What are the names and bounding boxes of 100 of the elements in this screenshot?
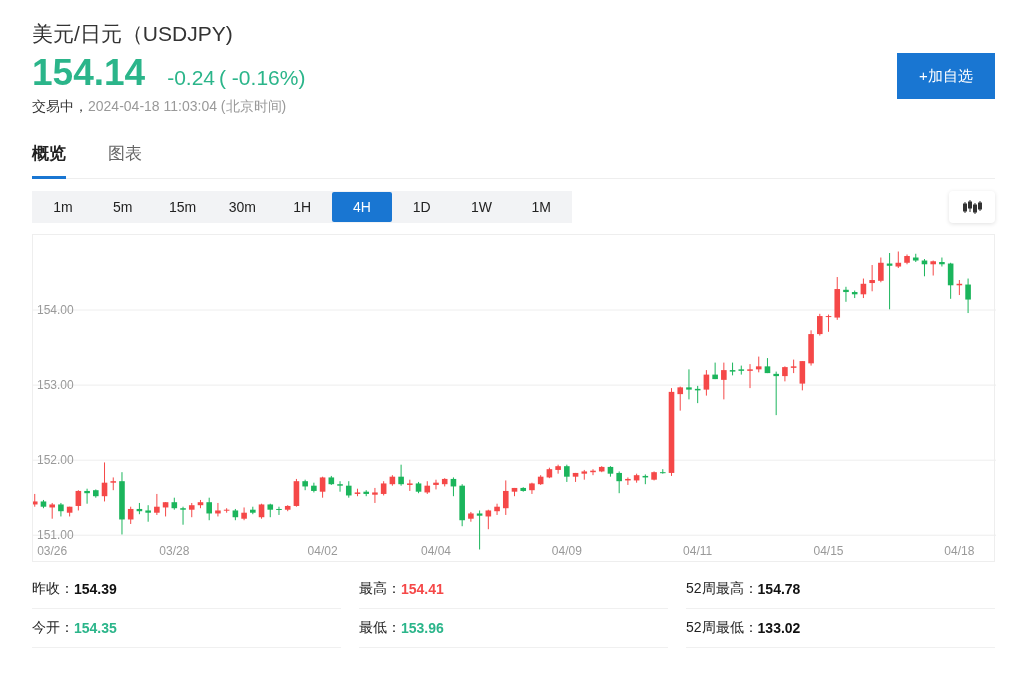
x-axis-label: 04/04 [421, 544, 451, 558]
candlestick [319, 476, 326, 499]
candlestick [895, 251, 902, 269]
candlestick [494, 503, 500, 516]
candlestick [651, 470, 657, 481]
candlestick [590, 468, 596, 476]
candlestick [921, 258, 928, 277]
candlestick [782, 365, 788, 382]
candlestick [572, 472, 579, 483]
candlestick [49, 502, 55, 520]
candlestick [555, 464, 561, 475]
candlestick [503, 479, 509, 516]
x-axis-label: 04/11 [683, 544, 713, 558]
period-button[interactable]: 4H [332, 192, 392, 222]
candlestick [694, 385, 701, 404]
candlestick [354, 488, 361, 497]
candlestick [162, 501, 169, 517]
candlestick [293, 478, 300, 508]
candlestick [33, 493, 38, 508]
candlestick [241, 506, 247, 521]
candlestick [956, 279, 963, 296]
candlestick [869, 264, 875, 292]
candlestick [834, 276, 841, 321]
candlestick [407, 479, 413, 492]
candlestick [468, 511, 474, 523]
chart-type-button[interactable] [949, 191, 995, 223]
candlestick [223, 507, 230, 514]
candlestick [276, 506, 282, 516]
candlestick [206, 497, 212, 521]
stat-label: 52周最高： [686, 580, 758, 598]
y-axis-label: 152.00 [37, 453, 74, 468]
stat-label: 52周最低： [686, 619, 758, 637]
candlestick [799, 360, 806, 391]
add-to-watchlist-button[interactable]: +加自选 [897, 53, 995, 99]
x-axis-label: 04/09 [551, 544, 582, 558]
tab[interactable]: 概览 [32, 142, 66, 179]
candlestick [529, 482, 535, 495]
candlestick [188, 502, 195, 518]
candlestick [633, 473, 640, 484]
trading-status: 交易中， [32, 98, 88, 114]
candlestick [267, 503, 274, 518]
candlestick [773, 371, 779, 416]
candlestick [721, 362, 727, 400]
x-axis-label: 04/18 [944, 544, 975, 558]
candlestick [930, 260, 936, 277]
candlestick [328, 475, 335, 486]
candlestick [345, 480, 352, 499]
stat-value: 133.02 [757, 620, 801, 636]
candlestick [284, 504, 291, 512]
candlestick [677, 386, 684, 412]
candlestick [424, 480, 431, 495]
stat-value: 154.35 [74, 620, 117, 636]
candlestick [616, 470, 622, 494]
candlestick [197, 499, 204, 509]
candlestick [642, 473, 649, 485]
candlestick [66, 506, 73, 517]
price-change: -0.24 [167, 66, 216, 90]
candlestick [110, 476, 117, 491]
price-change-percent: ( -0.16%) [219, 66, 306, 90]
candlestick [878, 257, 884, 283]
candlestick [808, 329, 814, 367]
x-axis-label: 03/26 [37, 544, 68, 558]
stat-label: 最高： [359, 580, 401, 598]
candlestick [712, 362, 718, 380]
candlestick [912, 253, 919, 263]
candlestick [660, 468, 666, 475]
stat-value: 154.41 [401, 581, 444, 597]
candlestick [380, 480, 387, 496]
candlestick [75, 489, 82, 511]
candlestick [485, 509, 492, 530]
candlestick [84, 488, 90, 505]
candlestick [459, 483, 465, 527]
candlestick [564, 464, 570, 483]
candlestick [851, 290, 858, 299]
candlestick [154, 493, 160, 516]
candlestick [764, 357, 771, 374]
stat-value: 154.78 [757, 581, 801, 597]
candlestick [607, 465, 614, 478]
candlestick [258, 503, 265, 520]
candlestick [171, 497, 178, 511]
candlestick [825, 314, 832, 333]
stat-label: 今开： [32, 619, 74, 637]
candlestick [860, 278, 867, 299]
y-axis-label: 151.00 [37, 528, 74, 543]
candlestick [947, 262, 954, 300]
candlestick [939, 257, 945, 267]
candlestick [598, 465, 605, 473]
candlestick [250, 506, 256, 515]
candlestick [433, 479, 439, 490]
candlestick [738, 365, 745, 376]
candlestick [58, 502, 64, 517]
candlestick [686, 368, 692, 400]
candlestick [119, 471, 125, 535]
candlestick [93, 488, 99, 499]
candlestick [511, 487, 518, 497]
candlestick [747, 363, 753, 389]
candlestick [415, 481, 422, 494]
price: 154.14 [32, 52, 146, 94]
candlestick [520, 486, 526, 493]
tab[interactable]: 图表 [108, 142, 142, 179]
